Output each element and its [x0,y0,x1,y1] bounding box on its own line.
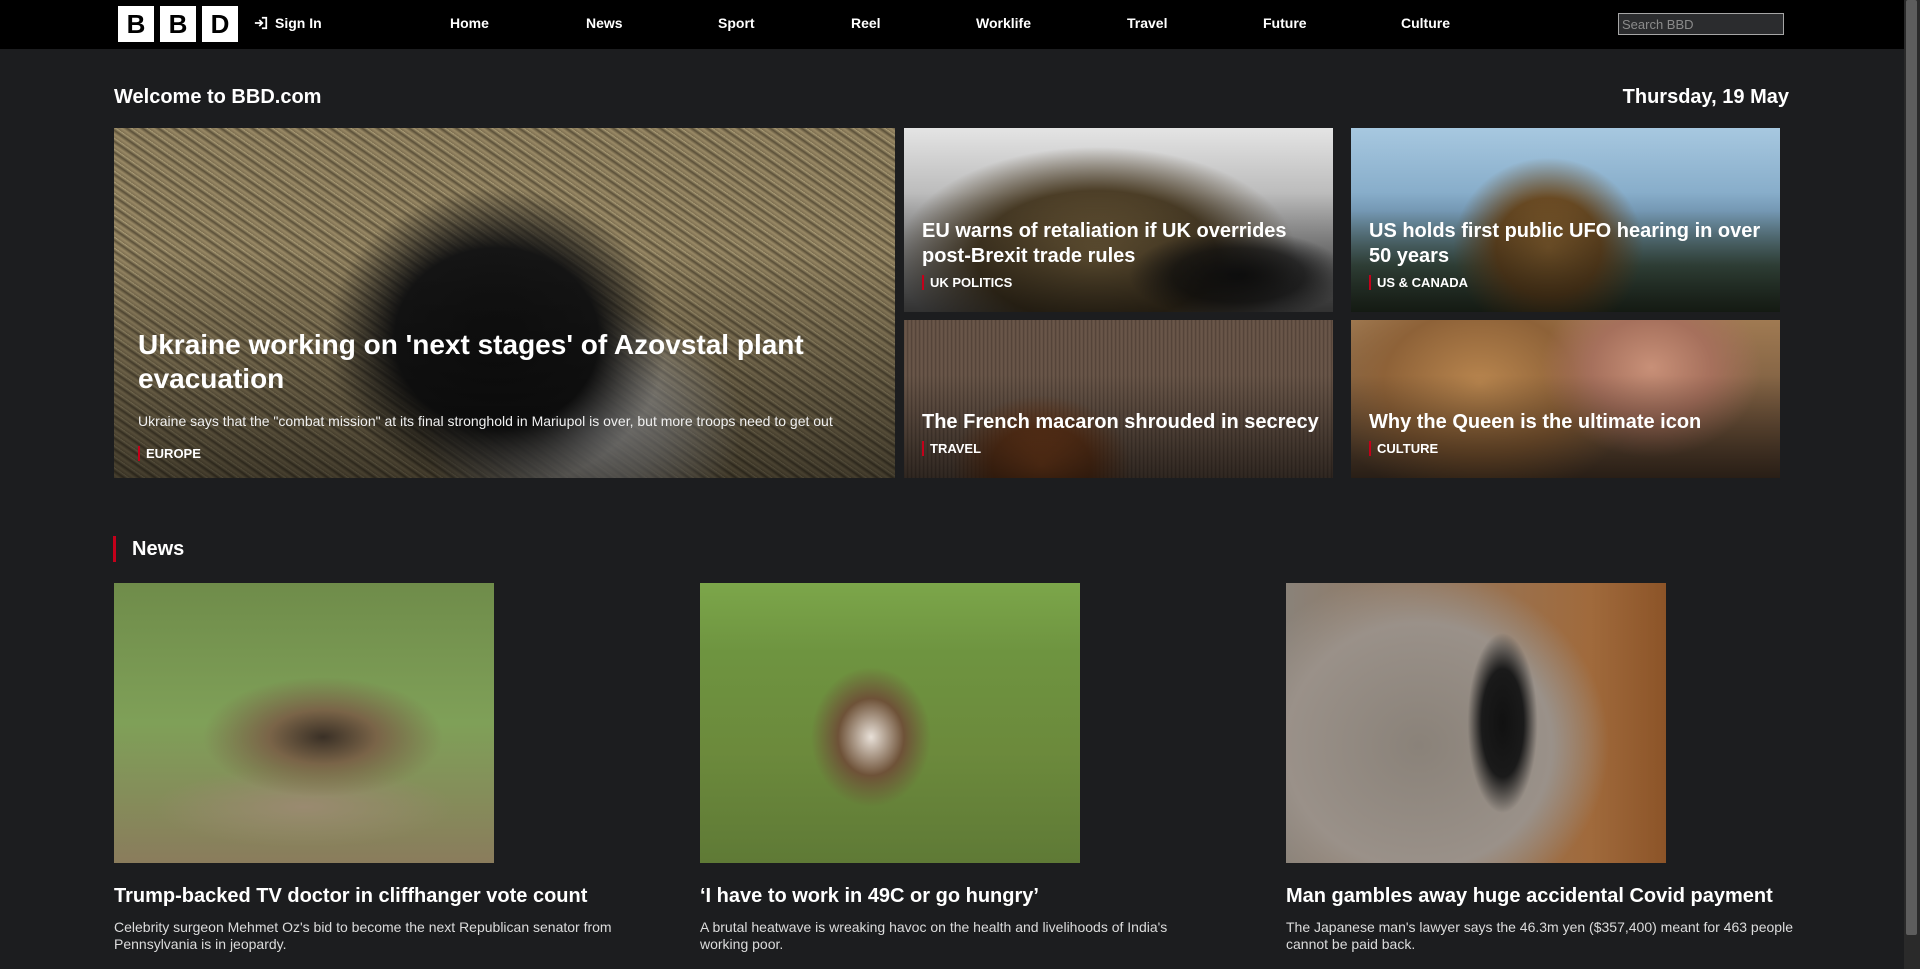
hero-tile-2-headline[interactable]: US holds first public UFO hearing in ove… [1369,219,1769,269]
nav-item-travel[interactable]: Travel [1127,15,1167,31]
hero-main-summary: Ukraine says that the "combat mission" a… [138,413,833,429]
hero-tile-1[interactable]: EU warns of retaliation if UK overrides … [904,128,1333,312]
hero-tile-2-tag[interactable]: US & CANADA [1369,275,1468,290]
hero-tile-4-caption: Why the Queen is the ultimate icon CULTU… [1351,410,1780,478]
sign-in-link[interactable]: Sign In [254,15,322,31]
news-card-3-summary: The Japanese man's lawyer says the 46.3m… [1286,919,1793,952]
logo-letter: B [160,6,196,42]
sign-in-icon [254,16,268,30]
nav-item-reel[interactable]: Reel [851,15,881,31]
news-card-1-image[interactable] [114,583,494,863]
current-date: Thursday, 19 May [1622,86,1789,108]
search-input[interactable] [1618,13,1784,35]
page-scrollbar[interactable] [1904,0,1920,969]
hero-tile-2-caption: US holds first public UFO hearing in ove… [1351,219,1780,312]
news-card-2-summary: A brutal heatwave is wreaking havoc on t… [700,919,1168,952]
nav-item-culture[interactable]: Culture [1401,15,1450,31]
hero-tile-3[interactable]: The French macaron shrouded in secrecy T… [904,320,1333,478]
nav-item-home[interactable]: Home [450,15,489,31]
nav-item-future[interactable]: Future [1263,15,1307,31]
news-card-3-headline[interactable]: Man gambles away huge accidental Covid p… [1286,883,1806,909]
welcome-heading: Welcome to BBD.com [114,86,322,108]
news-card-1-headline[interactable]: Trump-backed TV doctor in cliffhanger vo… [114,883,634,909]
hero-tile-1-caption: EU warns of retaliation if UK overrides … [904,219,1333,312]
news-card-3[interactable]: Man gambles away huge accidental Covid p… [1286,583,1806,953]
news-card-2-headline[interactable]: ‘I have to work in 49C or go hungry’ [700,883,1220,909]
sign-in-label: Sign In [275,15,322,31]
hero-main-story[interactable]: Ukraine working on 'next stages' of Azov… [114,128,895,478]
hero-main-caption: Ukraine working on 'next stages' of Azov… [114,328,895,478]
news-section-heading[interactable]: News [113,536,184,562]
news-card-1-summary: Celebrity surgeon Mehmet Oz's bid to bec… [114,919,612,952]
nav-item-worklife[interactable]: Worklife [976,15,1031,31]
hero-main-headline[interactable]: Ukraine working on 'next stages' of Azov… [138,328,818,396]
hero-tile-4-headline[interactable]: Why the Queen is the ultimate icon [1369,410,1769,435]
hero-tile-1-headline[interactable]: EU warns of retaliation if UK overrides … [922,219,1322,269]
hero-tile-3-caption: The French macaron shrouded in secrecy T… [904,410,1333,478]
top-navigation-bar: B B D Sign In Home News Sport Reel Workl… [0,0,1904,49]
logo-letter: D [202,6,238,42]
nav-item-sport[interactable]: Sport [718,15,755,31]
news-card-3-image[interactable] [1286,583,1666,863]
logo-letter: B [118,6,154,42]
nav-item-news[interactable]: News [586,15,623,31]
hero-tile-2[interactable]: US holds first public UFO hearing in ove… [1351,128,1780,312]
hero-tile-4[interactable]: Why the Queen is the ultimate icon CULTU… [1351,320,1780,478]
hero-tile-3-tag[interactable]: TRAVEL [922,441,981,456]
hero-tile-1-tag[interactable]: UK POLITICS [922,275,1012,290]
hero-main-tag[interactable]: EUROPE [138,446,201,461]
news-card-2[interactable]: ‘I have to work in 49C or go hungry’ A b… [700,583,1220,953]
news-card-1[interactable]: Trump-backed TV doctor in cliffhanger vo… [114,583,634,953]
news-card-2-image[interactable] [700,583,1080,863]
site-logo[interactable]: B B D [118,6,238,42]
scrollbar-thumb[interactable] [1906,0,1917,935]
hero-tile-3-headline[interactable]: The French macaron shrouded in secrecy [922,410,1322,435]
hero-tile-4-tag[interactable]: CULTURE [1369,441,1438,456]
